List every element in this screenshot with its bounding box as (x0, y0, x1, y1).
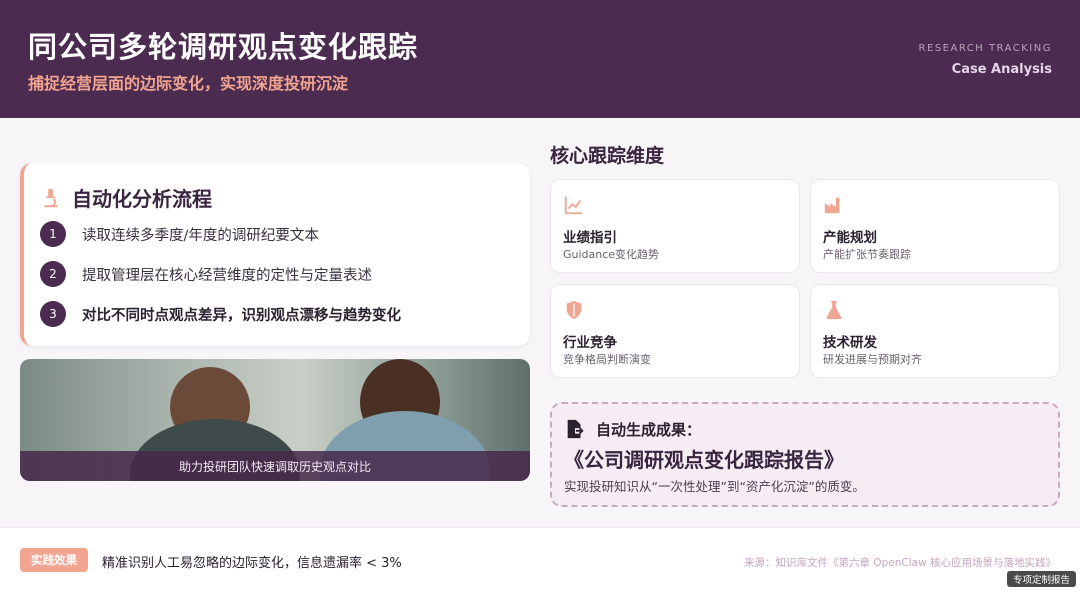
dimension-desc: 竞争格局判断演变 (563, 353, 651, 366)
dimension-name: 产能规划 (823, 230, 877, 246)
dimension-card: 行业竞争 竞争格局判断演变 (550, 284, 800, 378)
custom-report-button[interactable]: 专项定制报告 (1006, 571, 1076, 587)
header-tag-small: RESEARCH TRACKING (918, 43, 1052, 54)
microscope-icon (44, 188, 58, 207)
step-text: 对比不同时点观点差异，识别观点漂移与趋势变化 (82, 307, 401, 324)
flow-title: 自动化分析流程 (72, 187, 212, 211)
practice-badge: 实践效果 (20, 548, 88, 572)
step-text: 提取管理层在核心经营维度的定性与定量表述 (82, 267, 372, 284)
source-note: 来源：知识库文件《第六章 OpenClaw 核心应用场景与落地实践》 (744, 557, 1056, 569)
step-text: 读取连续多季度/年度的调研纪要文本 (82, 227, 319, 244)
result-desc: 实现投研知识从“一次性处理”到“资产化沉淀”的质变。 (564, 479, 865, 494)
page-subtitle: 捕捉经营层面的边际变化，实现深度投研沉淀 (28, 74, 349, 93)
dimension-desc: 产能扩张节奏跟踪 (823, 248, 911, 261)
step-number: 3 (40, 301, 66, 327)
dimension-name: 技术研发 (823, 335, 877, 351)
step-number: 1 (40, 221, 66, 247)
file-export-icon (567, 419, 584, 439)
page-header: 同公司多轮调研观点变化跟踪 捕捉经营层面的边际变化，实现深度投研沉淀 RESEA… (0, 0, 1080, 118)
dimensions-title: 核心跟踪维度 (550, 145, 665, 167)
footer: 实践效果 精准识别人工易忽略的边际变化，信息遗漏率 < 3% 来源：知识库文件《… (0, 527, 1080, 608)
flow-step: 1 读取连续多季度/年度的调研纪要文本 (40, 221, 319, 247)
dimension-name: 业绩指引 (563, 230, 617, 246)
dimension-card: 产能规划 产能扩张节奏跟踪 (810, 179, 1060, 273)
team-photo: 助力投研团队快速调取历史观点对比 (20, 359, 530, 481)
step-number: 2 (40, 261, 66, 287)
flask-icon (826, 300, 842, 320)
result-title: 《公司调研观点变化跟踪报告》 (564, 448, 844, 472)
result-label: 自动生成成果： (596, 420, 702, 439)
flow-title-row: 自动化分析流程 (40, 183, 212, 212)
page-title: 同公司多轮调研观点变化跟踪 (28, 30, 419, 64)
chart-line-icon (564, 196, 583, 215)
factory-icon (824, 197, 840, 214)
photo-caption: 助力投研团队快速调取历史观点对比 (20, 451, 530, 481)
dimension-desc: 研发进展与预期对齐 (823, 353, 922, 366)
footer-text: 精准识别人工易忽略的边际变化，信息遗漏率 < 3% (102, 556, 402, 571)
header-tag-large: Case Analysis (951, 62, 1052, 77)
flow-step: 3 对比不同时点观点差异，识别观点漂移与趋势变化 (40, 301, 401, 327)
dimension-desc: Guidance变化趋势 (563, 248, 660, 261)
result-label-row: 自动生成成果： (564, 418, 701, 440)
dimension-card: 业绩指引 Guidance变化趋势 (550, 179, 800, 273)
result-card: 自动生成成果： 《公司调研观点变化跟踪报告》 实现投研知识从“一次性处理”到“资… (550, 402, 1060, 507)
dimension-card: 技术研发 研发进展与预期对齐 (810, 284, 1060, 378)
dimension-name: 行业竞争 (563, 335, 617, 351)
flow-step: 2 提取管理层在核心经营维度的定性与定量表述 (40, 261, 372, 287)
flow-card: 自动化分析流程 1 读取连续多季度/年度的调研纪要文本 2 提取管理层在核心经营… (20, 163, 530, 346)
shield-icon (566, 300, 582, 320)
